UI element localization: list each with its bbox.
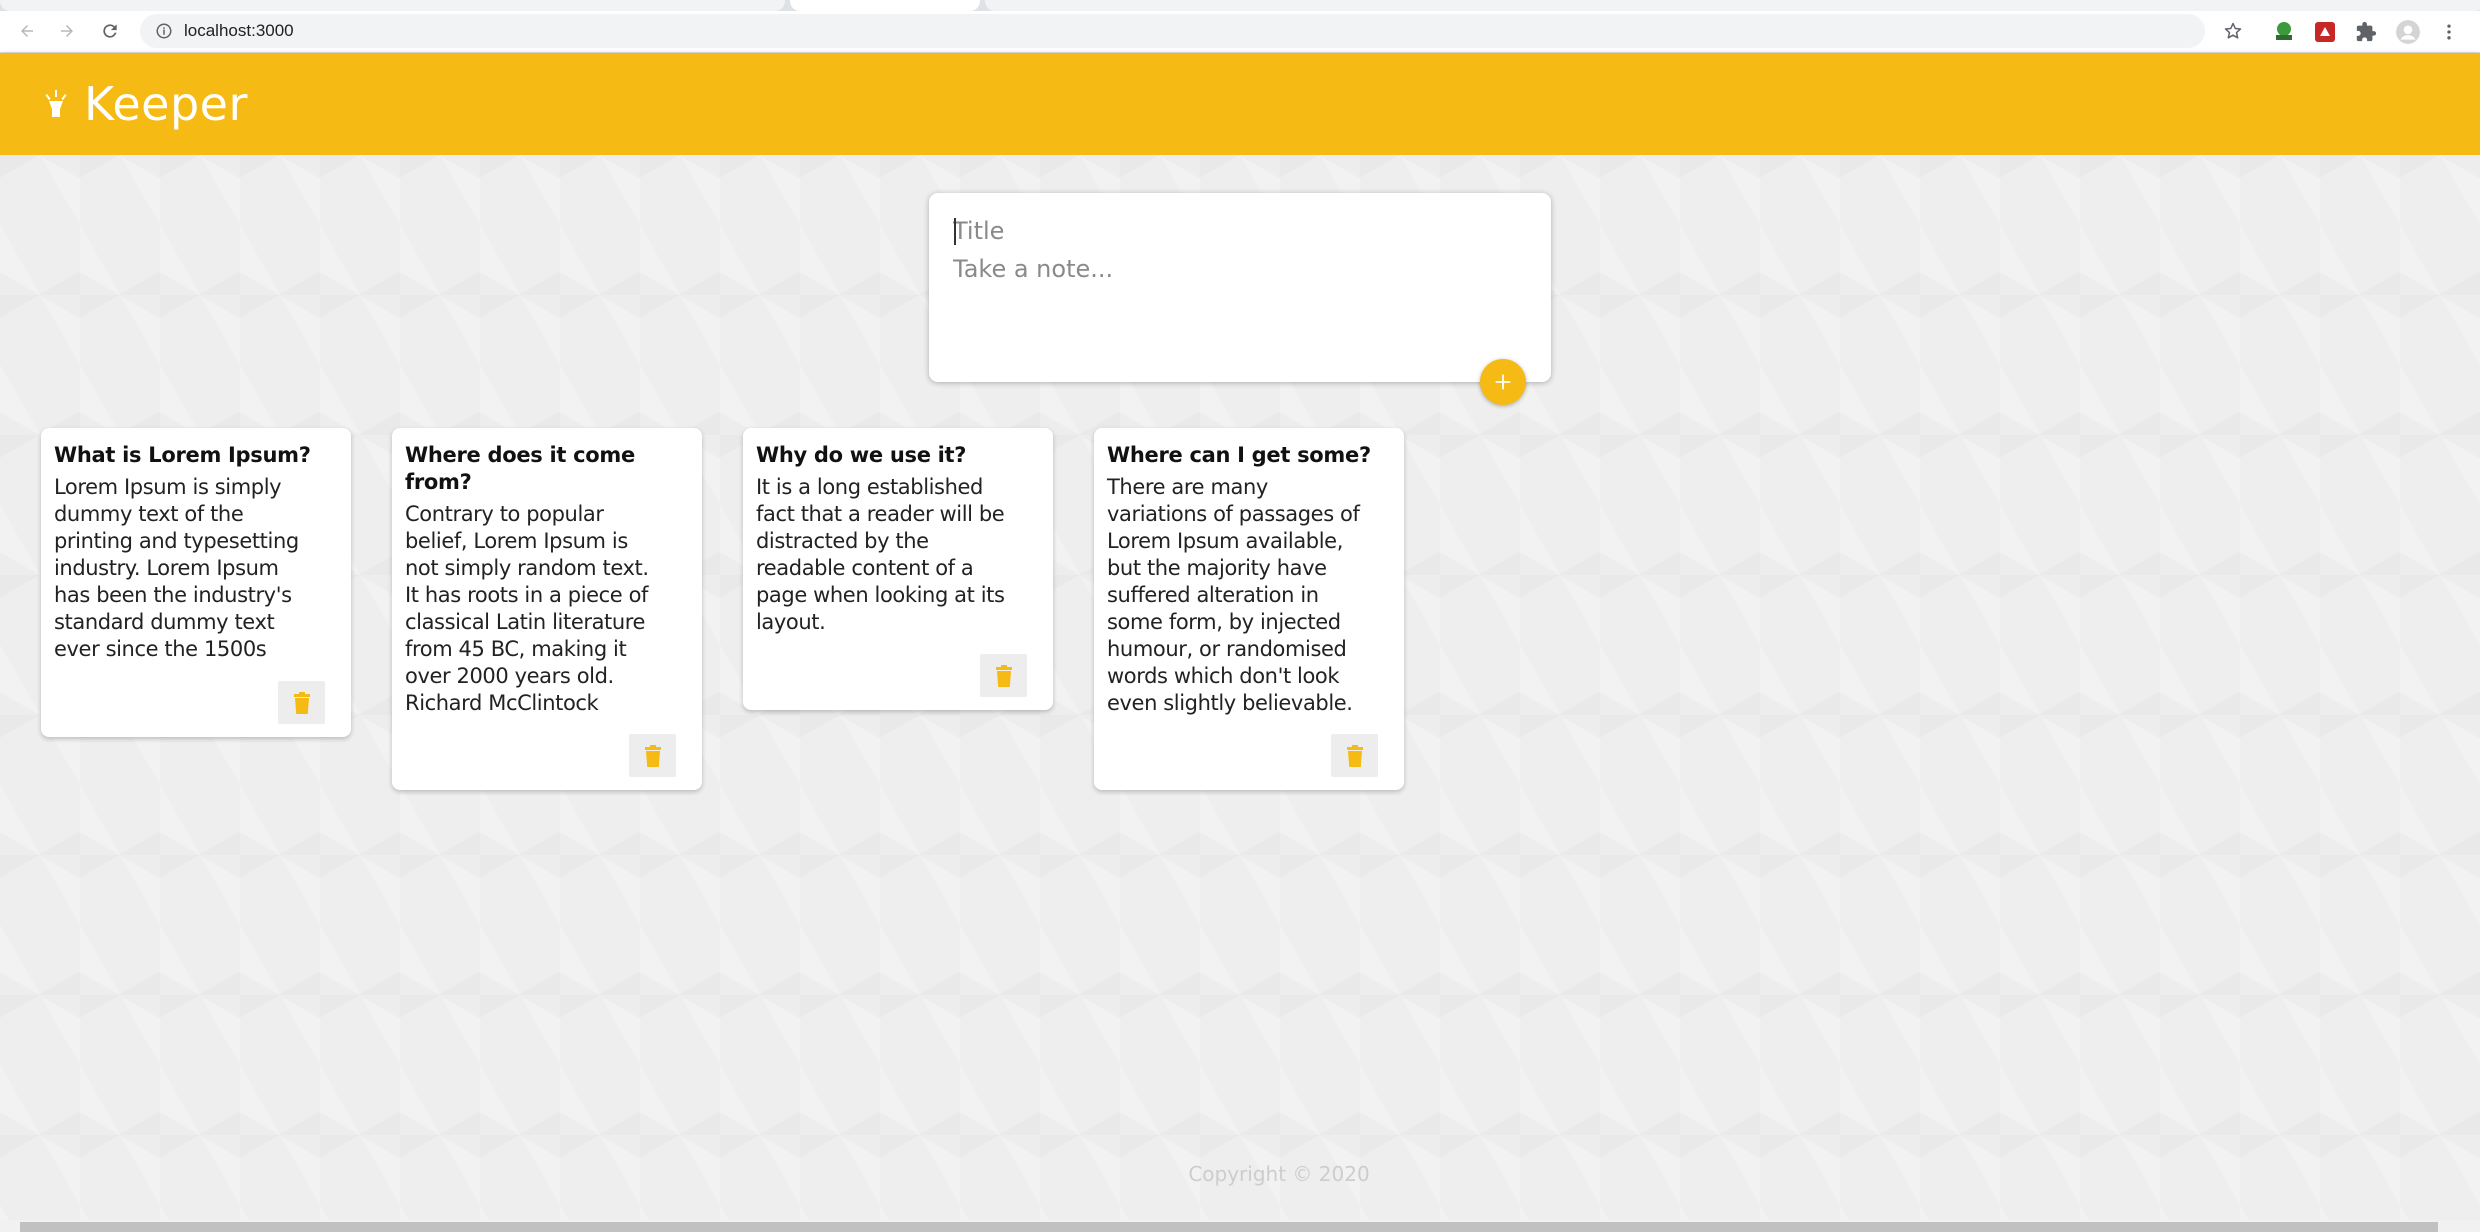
- profile-button[interactable]: [2395, 19, 2421, 45]
- note-title: Where can I get some?: [1107, 443, 1371, 467]
- app-title: Keeper: [84, 77, 248, 131]
- create-note-form: [929, 193, 1551, 382]
- note-title: What is Lorem Ipsum?: [54, 443, 311, 467]
- back-button[interactable]: [12, 16, 42, 46]
- forward-button[interactable]: [52, 16, 82, 46]
- browser-menu-button[interactable]: [2436, 19, 2462, 45]
- horizontal-scrollbar[interactable]: [0, 1220, 2480, 1232]
- note-card: What is Lorem Ipsum? Lorem Ipsum is simp…: [41, 428, 351, 737]
- trash-icon: [1346, 744, 1363, 767]
- note-title-input[interactable]: [953, 213, 1523, 249]
- puzzle-icon: [2356, 21, 2377, 42]
- reload-icon: [103, 24, 117, 38]
- trash-icon: [293, 691, 310, 714]
- browser-tab[interactable]: [0, 0, 785, 11]
- browser-toolbar: localhost:3000: [0, 11, 2480, 53]
- arrow-right-icon: [61, 25, 73, 37]
- delete-note-button[interactable]: [1331, 734, 1378, 777]
- avatar-icon: [2396, 20, 2420, 44]
- note-card: Where can I get some? There are many var…: [1094, 428, 1404, 790]
- address-url: localhost:3000: [184, 21, 294, 40]
- tree-icon: [2276, 22, 2292, 40]
- address-bar[interactable]: localhost:3000: [140, 14, 2205, 48]
- browser-tab[interactable]: [985, 0, 2480, 11]
- reload-button[interactable]: [95, 16, 125, 46]
- note-content: Lorem Ipsum is simply dummy text of the …: [54, 475, 299, 661]
- info-icon[interactable]: [154, 21, 174, 41]
- note-card: Why do we use it? It is a long establish…: [743, 428, 1053, 710]
- copyright-text: Copyright © 2020: [1188, 1162, 1370, 1186]
- trash-icon: [644, 744, 661, 767]
- extension-button[interactable]: [2271, 19, 2297, 45]
- app-header: Keeper: [0, 53, 2480, 155]
- bookmark-button[interactable]: [2218, 16, 2248, 46]
- note-content: There are many variations of passages of…: [1107, 475, 1360, 715]
- footer: Copyright © 2020: [0, 1162, 2480, 1186]
- text-caret: [954, 218, 956, 245]
- browser-tab-active[interactable]: [790, 0, 980, 11]
- arrow-left-icon: [21, 25, 33, 37]
- note-content: Contrary to popular belief, Lorem Ipsum …: [405, 502, 649, 715]
- main-content: What is Lorem Ipsum? Lorem Ipsum is simp…: [0, 155, 2480, 1220]
- note-title: Why do we use it?: [756, 443, 967, 467]
- note-content-input[interactable]: [953, 255, 1523, 365]
- delete-note-button[interactable]: [980, 654, 1027, 697]
- browser-tab-strip: [0, 0, 2480, 11]
- star-icon: [2224, 22, 2242, 39]
- kebab-menu-icon: [2447, 24, 2451, 40]
- extensions-menu-button[interactable]: [2353, 19, 2379, 45]
- note-card: Where does it come from? Contrary to pop…: [392, 428, 702, 790]
- add-note-button[interactable]: [1480, 359, 1526, 405]
- plus-icon: [1495, 374, 1511, 390]
- delete-note-button[interactable]: [278, 681, 325, 724]
- note-content: It is a long established fact that a rea…: [756, 475, 1005, 634]
- extension-button[interactable]: [2312, 19, 2338, 45]
- extension-badge-icon: [2315, 22, 2335, 42]
- highlight-icon: [45, 90, 67, 117]
- trash-icon: [995, 664, 1012, 687]
- note-title: Where does it come from?: [405, 443, 635, 494]
- delete-note-button[interactable]: [629, 734, 676, 777]
- scrollbar-thumb[interactable]: [20, 1222, 2438, 1232]
